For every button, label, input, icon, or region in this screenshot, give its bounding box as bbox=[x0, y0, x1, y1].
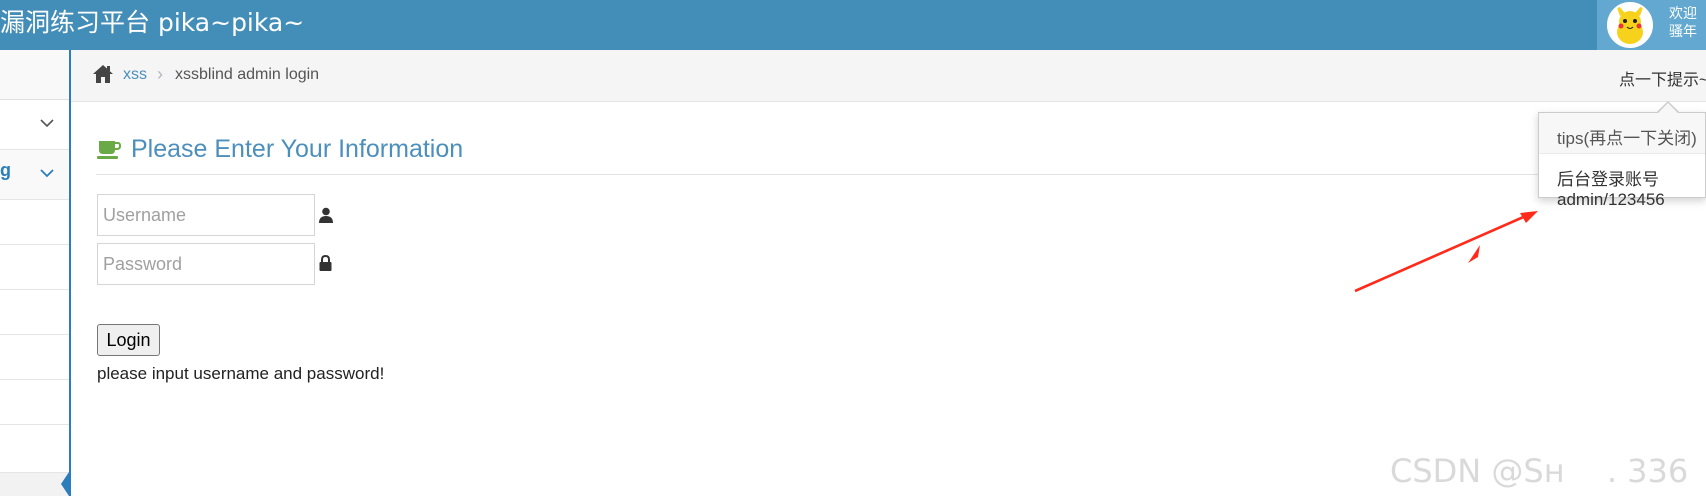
active-indicator bbox=[61, 472, 69, 496]
brand-title[interactable]: 漏洞练习平台 pika~pika~ bbox=[0, 6, 304, 40]
welcome-line-1: 欢迎 bbox=[1669, 5, 1697, 21]
user-icon bbox=[319, 207, 333, 223]
popover-line-account: 后台登录账号 bbox=[1557, 170, 1659, 189]
chevron-down-icon bbox=[40, 169, 54, 178]
popover-line-credentials: admin/123456 bbox=[1557, 190, 1665, 209]
sidebar: g bbox=[0, 50, 71, 496]
breadcrumb: xss › xssblind admin login 点一下提示~ bbox=[71, 50, 1706, 102]
chevron-down-icon bbox=[40, 119, 54, 128]
home-icon bbox=[93, 65, 113, 83]
sidebar-subitem[interactable] bbox=[0, 245, 69, 290]
page-header: Please Enter Your Information bbox=[96, 130, 1706, 175]
tips-popover: tips(再点一下关闭) 后台登录账号 admin/123456 bbox=[1538, 112, 1706, 209]
login-message: please input username and password! bbox=[97, 364, 385, 383]
breadcrumb-link-xss[interactable]: xss bbox=[123, 66, 147, 84]
sidebar-subitem[interactable] bbox=[0, 335, 69, 380]
top-navbar: 漏洞练习平台 pika~pika~ 欢迎 骚年 bbox=[0, 0, 1706, 50]
login-button[interactable]: Login bbox=[97, 324, 160, 356]
password-input[interactable] bbox=[97, 243, 315, 285]
welcome-line-2: 骚年 bbox=[1669, 23, 1697, 39]
hint-toggle-link[interactable]: 点一下提示~ bbox=[1619, 66, 1706, 90]
coffee-icon bbox=[97, 141, 122, 159]
pikachu-avatar bbox=[1607, 2, 1653, 48]
breadcrumb-separator: › bbox=[157, 64, 163, 84]
csdn-watermark: CSDN @Sн . 336 bbox=[1390, 452, 1689, 490]
sidebar-subitem[interactable] bbox=[0, 200, 69, 245]
annotation-arrow bbox=[1354, 211, 1538, 293]
popover-title[interactable]: tips(再点一下关闭) bbox=[1539, 113, 1705, 154]
username-input[interactable] bbox=[97, 194, 315, 236]
popover-arrow-inner bbox=[1658, 103, 1678, 113]
welcome-text: 欢迎 骚年 bbox=[1669, 4, 1697, 40]
lock-icon bbox=[319, 255, 332, 271]
sidebar-shortcuts bbox=[0, 50, 69, 100]
sidebar-subitem[interactable] bbox=[0, 425, 69, 473]
breadcrumb-current: xssblind admin login bbox=[175, 66, 320, 83]
sidebar-subitem[interactable] bbox=[0, 380, 69, 425]
page-title: Please Enter Your Information bbox=[131, 135, 464, 163]
sidebar-item-label: g bbox=[0, 160, 11, 180]
sidebar-item-active[interactable]: g bbox=[0, 150, 69, 200]
sidebar-subitem[interactable] bbox=[0, 290, 69, 335]
sidebar-item-collapsed[interactable] bbox=[0, 100, 69, 150]
user-menu[interactable]: 欢迎 骚年 bbox=[1597, 0, 1706, 50]
